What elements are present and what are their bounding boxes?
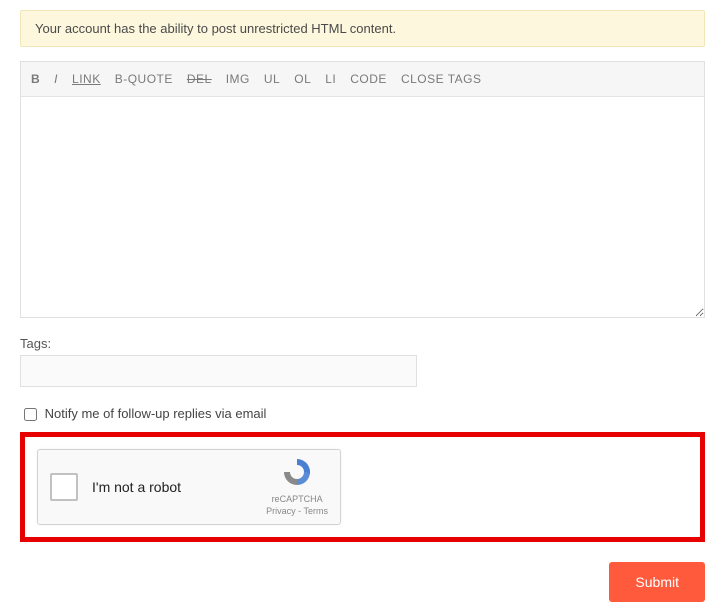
notify-label: Notify me of follow-up replies via email: [45, 406, 267, 421]
del-button[interactable]: DEL: [187, 70, 212, 88]
notify-row: Notify me of follow-up replies via email: [20, 405, 705, 424]
recaptcha-privacy-link[interactable]: Privacy: [266, 506, 296, 516]
tags-label: Tags:: [20, 336, 705, 351]
italic-button[interactable]: I: [54, 70, 58, 88]
tags-input[interactable]: [20, 355, 417, 387]
ul-button[interactable]: UL: [264, 70, 280, 88]
li-button[interactable]: LI: [325, 70, 336, 88]
ol-button[interactable]: OL: [294, 70, 311, 88]
recaptcha-label: I'm not a robot: [92, 479, 266, 495]
recaptcha-widget: I'm not a robot reCAPTCHA Privacy - Term…: [37, 449, 341, 525]
code-button[interactable]: CODE: [350, 70, 387, 88]
highlight-box: I'm not a robot reCAPTCHA Privacy - Term…: [20, 432, 705, 542]
notice-banner: Your account has the ability to post unr…: [20, 10, 705, 47]
link-button[interactable]: LINK: [72, 70, 101, 88]
bold-button[interactable]: B: [31, 70, 40, 88]
editor-container: B I LINK B-QUOTE DEL IMG UL OL LI CODE C…: [20, 61, 705, 318]
recaptcha-brand-text: reCAPTCHA: [272, 494, 323, 506]
bquote-button[interactable]: B-QUOTE: [115, 70, 173, 88]
recaptcha-checkbox[interactable]: [50, 473, 78, 501]
img-button[interactable]: IMG: [226, 70, 250, 88]
recaptcha-sep: -: [296, 506, 304, 516]
submit-row: Submit: [20, 562, 705, 602]
recaptcha-terms-link[interactable]: Terms: [304, 506, 329, 516]
editor-toolbar: B I LINK B-QUOTE DEL IMG UL OL LI CODE C…: [21, 62, 704, 97]
content-textarea[interactable]: [21, 97, 704, 317]
notify-checkbox[interactable]: [24, 408, 37, 421]
close-tags-button[interactable]: CLOSE TAGS: [401, 70, 482, 88]
recaptcha-logo-icon: [281, 456, 313, 492]
recaptcha-branding: reCAPTCHA Privacy - Terms: [266, 456, 328, 517]
submit-button[interactable]: Submit: [609, 562, 705, 602]
